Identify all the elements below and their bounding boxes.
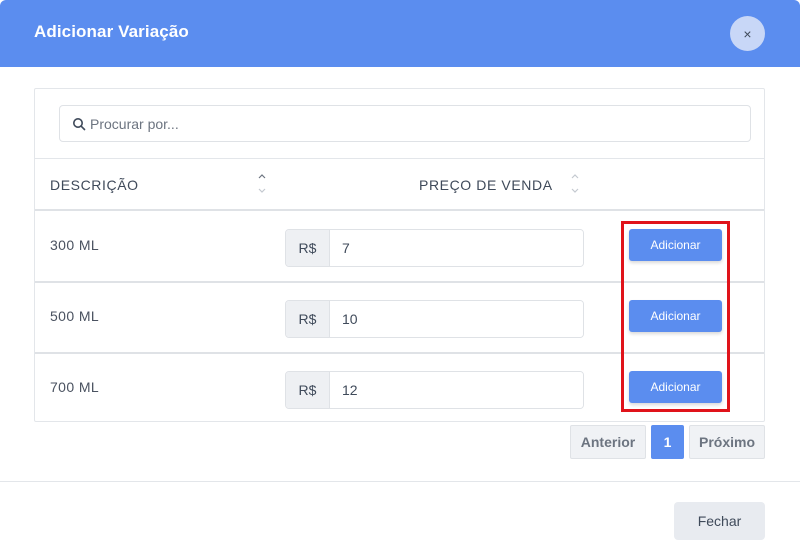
table-header-top-border (35, 158, 764, 159)
close-icon: × (743, 25, 752, 42)
currency-prefix: R$ (286, 301, 330, 337)
table-row: 700 ML R$ Adicionar (35, 353, 764, 423)
sort-icon[interactable] (257, 171, 267, 195)
pagination-previous-button[interactable]: Anterior (570, 425, 646, 459)
close-button[interactable]: × (730, 16, 765, 51)
price-input-group: R$ (285, 229, 584, 267)
add-variation-modal: Adicionar Variação × DESCRIÇÃO PREÇO DE … (0, 0, 800, 559)
price-input[interactable] (330, 230, 583, 266)
currency-prefix: R$ (286, 372, 330, 408)
search-input[interactable] (90, 106, 740, 141)
variations-card: DESCRIÇÃO PREÇO DE VENDA 300 ML R$ Adici… (34, 88, 765, 422)
price-input-group: R$ (285, 300, 584, 338)
close-footer-button[interactable]: Fechar (674, 502, 765, 540)
table-row: 500 ML R$ Adicionar (35, 282, 764, 352)
add-button[interactable]: Adicionar (629, 229, 722, 261)
pagination-next-button[interactable]: Próximo (689, 425, 765, 459)
price-input-group: R$ (285, 371, 584, 409)
modal-title: Adicionar Variação (34, 22, 189, 41)
search-icon (73, 118, 86, 131)
price-input[interactable] (330, 372, 583, 408)
add-button[interactable]: Adicionar (629, 371, 722, 403)
row-description: 500 ML (50, 308, 100, 324)
search-box (59, 105, 751, 142)
add-button[interactable]: Adicionar (629, 300, 722, 332)
row-description: 700 ML (50, 379, 100, 395)
sort-icon[interactable] (570, 171, 580, 195)
row-description: 300 ML (50, 237, 100, 253)
modal-header: Adicionar Variação × (0, 0, 800, 67)
column-header-sale-price[interactable]: PREÇO DE VENDA (419, 177, 553, 193)
price-input[interactable] (330, 301, 583, 337)
table-row: 300 ML R$ Adicionar (35, 211, 764, 281)
modal-footer-divider (0, 481, 800, 482)
currency-prefix: R$ (286, 230, 330, 266)
pagination-page-1[interactable]: 1 (651, 425, 684, 459)
column-header-description[interactable]: DESCRIÇÃO (50, 177, 139, 193)
